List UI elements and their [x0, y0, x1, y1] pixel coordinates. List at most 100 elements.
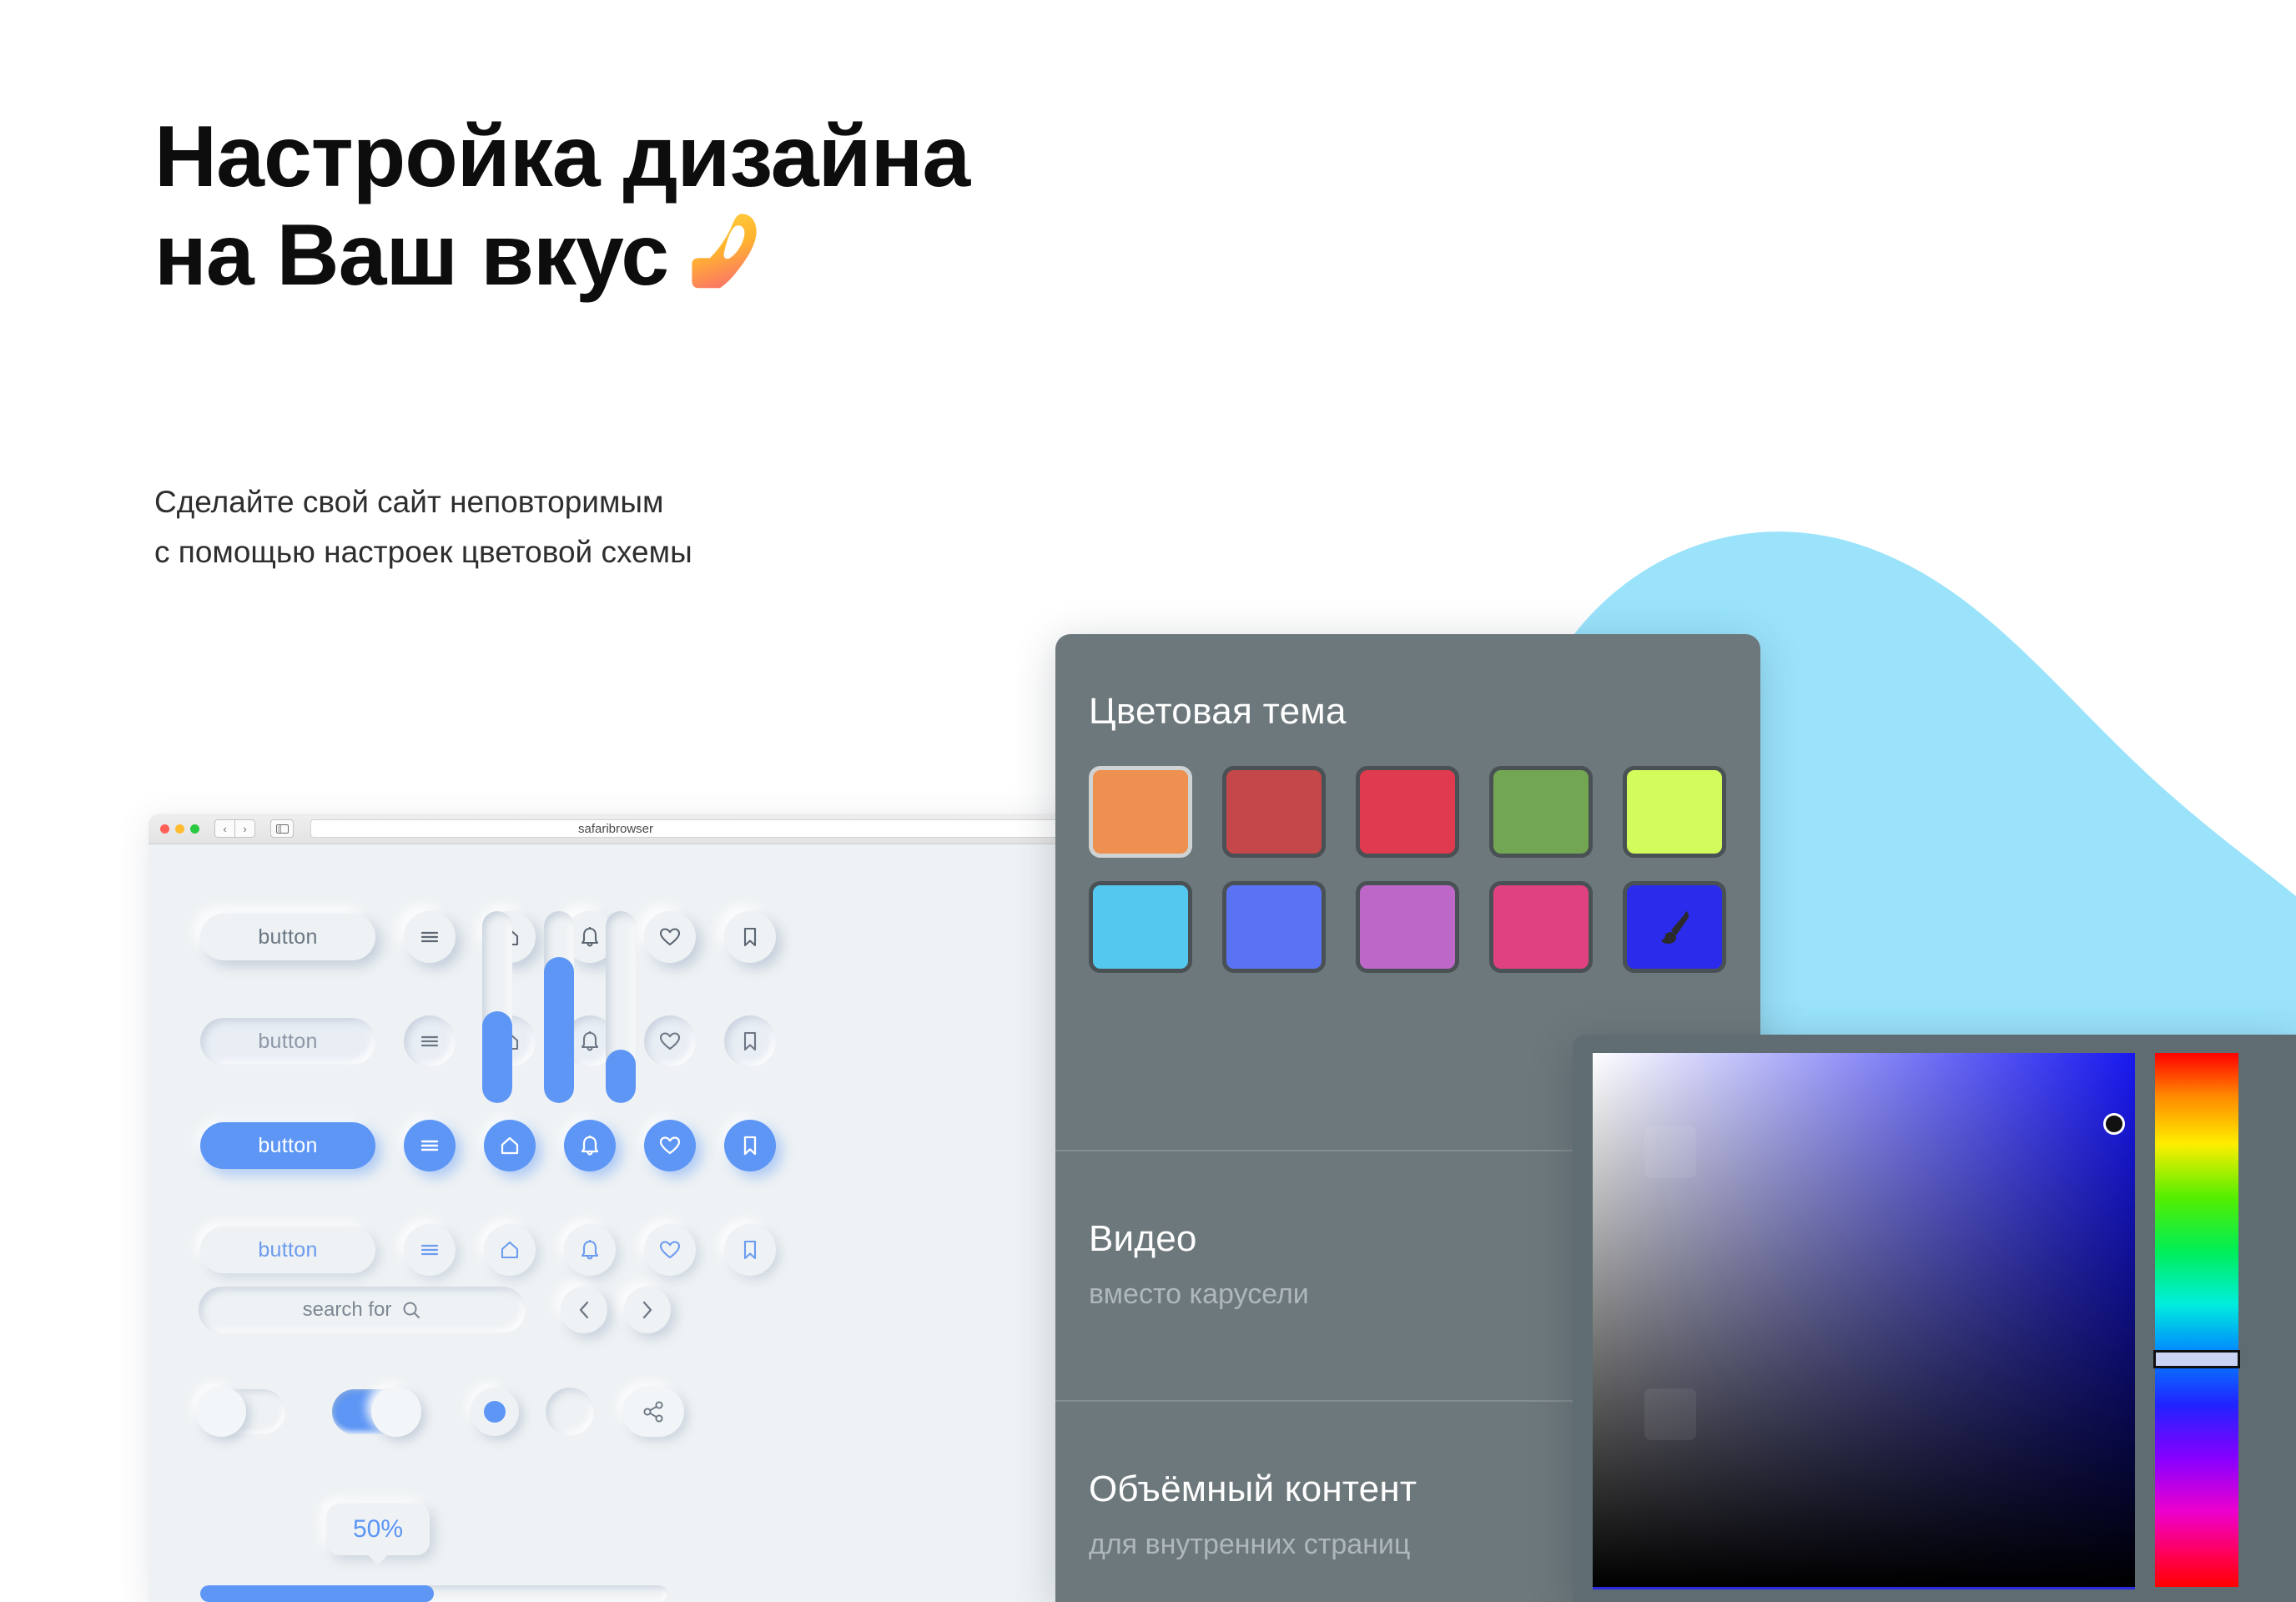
swatch-cyan[interactable] [1089, 881, 1192, 973]
swatch-purple[interactable] [1356, 881, 1459, 973]
hero-text-block: Настройка дизайна на Ваш вкус [154, 108, 1573, 305]
pinched-fingers-emoji-glyph [692, 214, 757, 289]
slider-3-fill [606, 1049, 636, 1103]
bookmark-icon-button-outlined[interactable] [724, 1224, 776, 1276]
button-row-filled: button [200, 1120, 776, 1171]
pinched-fingers-emoji [680, 202, 780, 302]
search-placeholder: search for [302, 1298, 392, 1321]
heart-icon-button-raised[interactable] [644, 911, 696, 963]
swatch-lime[interactable] [1623, 766, 1726, 858]
sidebar-glyph [275, 824, 289, 834]
next-arrow-button[interactable] [624, 1287, 671, 1333]
heart-icon [659, 1241, 681, 1259]
radio-button-unselected[interactable] [546, 1388, 594, 1436]
vertical-slider-group [482, 911, 636, 1103]
heart-icon [659, 1032, 681, 1050]
bookmark-icon [743, 1031, 757, 1051]
sidebar-toggle-icon[interactable] [270, 819, 294, 838]
browser-window-mockup: ‹ › safaribrowser button button button b… [149, 814, 1083, 1602]
page-root: Настройка дизайна на Ваш вкус Сделайте с… [0, 0, 2296, 1602]
menu-icon-button-inset[interactable] [404, 1015, 456, 1067]
bookmark-icon [743, 1136, 757, 1156]
home-icon [501, 1241, 519, 1259]
decorative-shape [1644, 1388, 1696, 1440]
swatch-darkred[interactable] [1222, 766, 1326, 858]
menu-icon [420, 1140, 439, 1151]
menu-icon [420, 1035, 439, 1047]
bookmark-icon-button-filled[interactable] [724, 1120, 776, 1171]
bookmark-icon-button-inset[interactable] [724, 1015, 776, 1067]
menu-icon-button-raised[interactable] [404, 911, 456, 963]
button-row-outlined: button [200, 1224, 776, 1276]
swatch-red[interactable] [1356, 766, 1459, 858]
share-icon [643, 1401, 663, 1423]
toggle-knob [196, 1387, 246, 1437]
demo-button-inset[interactable]: button [200, 1018, 375, 1065]
bookmark-icon-button-raised[interactable] [724, 911, 776, 963]
bell-icon-button-outlined[interactable] [564, 1224, 616, 1276]
heart-icon-button-outlined[interactable] [644, 1224, 696, 1276]
home-icon-button-outlined[interactable] [484, 1224, 536, 1276]
swatch-green[interactable] [1489, 766, 1593, 858]
hue-handle[interactable] [2153, 1350, 2240, 1368]
back-button[interactable]: ‹ [214, 819, 235, 838]
menu-item-volume-subtitle: для внутренних страниц [1089, 1529, 1411, 1560]
bell-icon [581, 1240, 599, 1260]
radio-button-selected[interactable] [471, 1388, 519, 1436]
swatch-orange[interactable] [1089, 766, 1192, 858]
vertical-slider-1[interactable] [482, 911, 512, 1103]
bell-icon [581, 1136, 599, 1156]
menu-icon-button-outlined[interactable] [404, 1224, 456, 1276]
menu-item-volume-content[interactable]: Объёмный контент для внутренних страниц [1089, 1468, 1417, 1561]
swatch-blue[interactable] [1222, 881, 1326, 973]
progress-fill [200, 1585, 434, 1602]
progress-slider[interactable] [200, 1585, 667, 1602]
hue-slider[interactable] [2155, 1053, 2238, 1587]
url-input[interactable] [310, 819, 1075, 838]
demo-button-outlined[interactable]: button [200, 1227, 375, 1273]
bookmark-icon [743, 1240, 757, 1260]
bell-icon-button-filled[interactable] [564, 1120, 616, 1171]
prev-arrow-button[interactable] [561, 1287, 607, 1333]
share-button[interactable] [622, 1387, 684, 1437]
decorative-shape [1644, 1126, 1696, 1178]
browser-viewport: button button button button search for 5… [149, 844, 1083, 1602]
page-title-line-1: Настройка дизайна [154, 108, 970, 205]
heart-icon [659, 928, 681, 946]
zoom-window-button[interactable] [190, 824, 199, 834]
hero-subtitle: Сделайте свой сайт неповторимым с помощь… [154, 485, 692, 569]
saturation-value-area[interactable] [1593, 1053, 2135, 1589]
menu-item-video-title: Видео [1089, 1218, 1197, 1259]
demo-button-raised[interactable]: button [200, 914, 375, 960]
search-input[interactable]: search for [199, 1287, 526, 1333]
page-title-line-2: на Ваш вкус [154, 207, 669, 305]
menu-item-video[interactable]: Видео вместо карусели [1089, 1218, 1309, 1311]
chevron-right-icon [642, 1301, 652, 1319]
forward-button[interactable]: › [235, 819, 255, 838]
demo-button-filled[interactable]: button [200, 1122, 375, 1169]
swatch-pink[interactable] [1489, 881, 1593, 973]
close-window-button[interactable] [160, 824, 169, 834]
heart-icon-button-filled[interactable] [644, 1120, 696, 1171]
home-icon-button-filled[interactable] [484, 1120, 536, 1171]
browser-chrome: ‹ › safaribrowser [149, 814, 1083, 844]
menu-item-video-subtitle: вместо карусели [1089, 1278, 1309, 1310]
vertical-slider-2[interactable] [544, 911, 574, 1103]
toggle-switch-off[interactable] [196, 1387, 285, 1437]
toggle-switch-on[interactable] [332, 1387, 421, 1437]
menu-icon-button-filled[interactable] [404, 1120, 456, 1171]
menu-icon [420, 931, 439, 943]
slider-2-fill [544, 957, 574, 1103]
color-picker-panel [1573, 1035, 2296, 1602]
navigation-buttons: ‹ › [214, 819, 255, 838]
sv-cursor[interactable] [2103, 1113, 2125, 1135]
vertical-slider-3[interactable] [606, 911, 636, 1103]
home-icon [501, 1136, 519, 1155]
heart-icon [659, 1136, 681, 1155]
swatch-custom[interactable] [1623, 881, 1726, 973]
menu-icon [420, 1244, 439, 1256]
color-theme-title: Цветовая тема [1089, 691, 1347, 732]
chevron-left-icon [579, 1301, 589, 1319]
minimize-window-button[interactable] [175, 824, 184, 834]
heart-icon-button-inset[interactable] [644, 1015, 696, 1067]
